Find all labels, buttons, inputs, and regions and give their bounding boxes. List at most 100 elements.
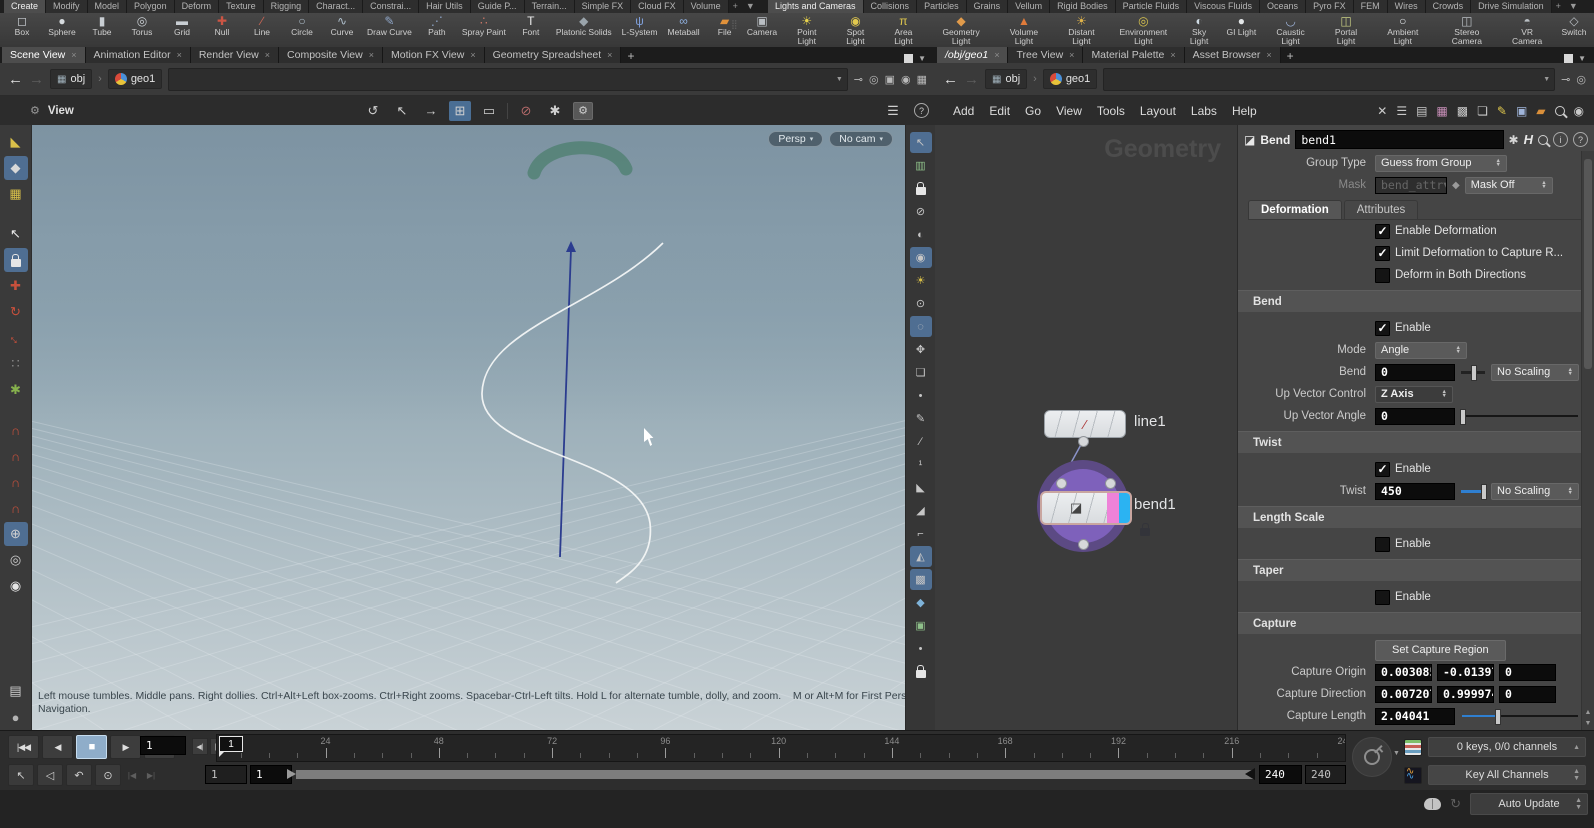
shelf-tool-spot-light[interactable]: ◉ Spot Light — [832, 13, 880, 47]
gear-icon[interactable]: ✱ — [1509, 133, 1519, 147]
shelf-tool-geometry-light[interactable]: ◆ Geometry Light — [928, 13, 995, 47]
breadcrumb-root[interactable]: ▦ obj — [50, 69, 93, 89]
rt-material-icon[interactable]: ◉ — [909, 247, 932, 268]
rt-image-icon[interactable]: ❏ — [910, 362, 932, 383]
menu-tools[interactable]: Tools — [1097, 104, 1125, 118]
shelf-tool-file[interactable]: ▰ File — [705, 13, 745, 47]
slider-handle[interactable] — [1471, 364, 1477, 381]
snap-point-icon[interactable]: ∩ — [4, 470, 28, 494]
shelf-grip[interactable]: ⣿ — [731, 19, 738, 30]
rt-cone-b-icon[interactable]: ◢ — [910, 500, 932, 521]
node-output-dot2[interactable] — [1078, 539, 1089, 550]
pane-tab-tree-view[interactable]: Tree View × — [1008, 47, 1084, 63]
forward-icon[interactable]: → — [29, 71, 44, 88]
shelf-tab-collisions[interactable]: Collisions — [863, 0, 918, 13]
playbar-options-icon[interactable]: ↖ — [8, 764, 34, 786]
up-vector-angle-field[interactable]: 0 — [1375, 407, 1455, 425]
shelf-tab-drive-simulation[interactable]: Drive Simulation — [1471, 0, 1552, 13]
pane-tab-animation-editor[interactable]: Animation Editor × — [85, 47, 191, 63]
visibility-dynamics-icon[interactable]: ▦ — [4, 182, 28, 206]
shelf-tool-environment-light[interactable]: ◎ Environment Light — [1110, 13, 1177, 47]
mask-field[interactable]: bend_attr▼ — [1375, 176, 1447, 194]
shelf-tab-pyro-fx[interactable]: Pyro FX — [1306, 0, 1354, 13]
shelf-tool-torus[interactable]: ◎ Torus — [122, 13, 162, 47]
go-start-button[interactable]: |◀◀ — [8, 735, 39, 759]
no-selection-icon[interactable]: ⊘ — [515, 101, 537, 121]
checkbox[interactable] — [1375, 536, 1390, 552]
shelf-tab-grains[interactable]: Grains — [966, 0, 1009, 13]
net-breadcrumb-node[interactable]: geo1 — [1042, 69, 1098, 89]
rt-diamond-icon[interactable]: ◆ — [910, 592, 932, 613]
close-icon[interactable]: × — [71, 50, 76, 60]
pin-pane-icon[interactable]: ⊸ — [854, 73, 863, 86]
shelf-tab-simple-fx[interactable]: Simple FX — [574, 0, 632, 13]
shelf-tab-crowds[interactable]: Crowds — [1425, 0, 1472, 13]
play-reverse-button[interactable]: ◀ — [42, 735, 73, 759]
global-range-start-field[interactable]: 1 — [205, 765, 247, 784]
rt-ring-icon[interactable]: ◌ — [909, 316, 932, 337]
up-vector-control-dropdown[interactable]: Z Axis ▲ ▼ — [1375, 385, 1453, 403]
shelf-pin-icon[interactable]: + — [1552, 0, 1565, 13]
node-bend1[interactable]: ◪ — [1040, 491, 1132, 525]
notes-icon[interactable]: ✎ — [1497, 104, 1507, 118]
rt-dot-icon[interactable]: • — [910, 385, 932, 406]
shelf-tab-guide-p[interactable]: Guide P... — [470, 0, 525, 13]
pose-tool-icon[interactable]: ✱ — [4, 378, 28, 402]
viewport-options-icon[interactable]: ⚙ — [573, 101, 593, 120]
show-handles-icon[interactable]: ⊞ — [449, 100, 471, 121]
visibility-geometry-icon[interactable]: ◆ — [3, 156, 28, 180]
shelf-tool-circle[interactable]: ○ Circle — [282, 13, 322, 47]
shelf-tab-model[interactable]: Model — [87, 0, 128, 13]
menu-labs[interactable]: Labs — [1191, 104, 1217, 118]
palette-grid-icon[interactable]: ▦ — [1436, 104, 1447, 118]
eye-icon[interactable]: ◉ — [1574, 104, 1584, 118]
close-icon[interactable]: × — [1069, 50, 1074, 60]
group-type-dropdown[interactable]: Guess from Group ▲ ▼ — [1375, 154, 1507, 172]
back-icon[interactable]: ← — [8, 71, 23, 88]
rt-paint-icon[interactable]: ◭ — [909, 546, 932, 567]
gallery-box-icon[interactable]: ▰ — [1536, 104, 1545, 118]
key-all-channels-button[interactable]: Key All Channels ▲ ▼ — [1428, 765, 1586, 785]
rt-pin-icon[interactable]: • — [910, 638, 932, 659]
shelf-tool-tube[interactable]: ▮ Tube — [82, 13, 122, 47]
shelf-tab-wires[interactable]: Wires — [1387, 0, 1426, 13]
shelf-docs-icon[interactable]: ▤ — [4, 679, 28, 703]
shelf-tab-volume[interactable]: Volume — [683, 0, 729, 13]
stop-button[interactable]: ■ — [76, 735, 107, 759]
view-region-icon[interactable]: ◎ — [4, 548, 28, 572]
close-icon[interactable]: × — [1266, 50, 1271, 60]
soft-radius-icon[interactable]: ∷ — [4, 352, 28, 376]
global-range-end-field[interactable]: 240 — [1305, 765, 1346, 784]
capture-length-field[interactable]: 2.04041 — [1375, 707, 1455, 725]
rt-sphere-icon[interactable]: ◐ — [910, 224, 932, 245]
tools-icon[interactable]: ✕ — [1377, 104, 1387, 118]
snap-curve-icon[interactable]: ∩ — [4, 444, 28, 468]
rt-green-icon[interactable]: ▣ — [910, 615, 932, 636]
checkbox[interactable] — [1375, 589, 1390, 605]
layout-windows-icon[interactable]: ❏ — [1477, 104, 1488, 118]
camera-view-icon[interactable]: ▣ — [885, 73, 895, 86]
rt-occlusion-icon[interactable]: ⊘ — [910, 201, 932, 222]
step-back-button[interactable]: ◀| — [192, 738, 208, 755]
shelf-tool-ambient-light[interactable]: ○ Ambient Light — [1372, 13, 1433, 47]
checker-grid-icon[interactable]: ▩ — [1457, 104, 1468, 118]
pane-tab-geometry-spreadsheet[interactable]: Geometry Spreadsheet × — [484, 47, 622, 63]
key-prev-icon[interactable]: |◀ — [124, 765, 140, 785]
rt-cone-a-icon[interactable]: ◣ — [910, 477, 932, 498]
shelf-tab-deform[interactable]: Deform — [174, 0, 220, 13]
shelf-tab-texture[interactable]: Texture — [219, 0, 264, 13]
section-twist[interactable]: Twist — [1238, 431, 1594, 454]
scroll-up-icon[interactable]: ▲ — [1582, 707, 1594, 718]
rt-checker-icon[interactable]: ▩ — [909, 569, 932, 590]
shelf-tab-cloud-fx[interactable]: Cloud FX — [631, 0, 684, 13]
scrollbar-thumb[interactable] — [1584, 159, 1592, 369]
shelf-tool-sky-light[interactable]: ◐ Sky Light — [1177, 13, 1221, 47]
close-icon[interactable]: × — [607, 50, 612, 60]
info-icon[interactable]: i — [1553, 132, 1568, 147]
shelf-tool-area-light[interactable]: π Area Light — [879, 13, 927, 47]
twist-field[interactable]: 450 — [1375, 482, 1455, 500]
follow-selection-icon[interactable]: ◎ — [869, 73, 879, 86]
hierarchy-icon[interactable]: ☰ — [1396, 104, 1407, 118]
visibility-objects-icon[interactable]: ◣ — [4, 130, 28, 154]
play-button[interactable]: ▶ — [110, 735, 141, 759]
